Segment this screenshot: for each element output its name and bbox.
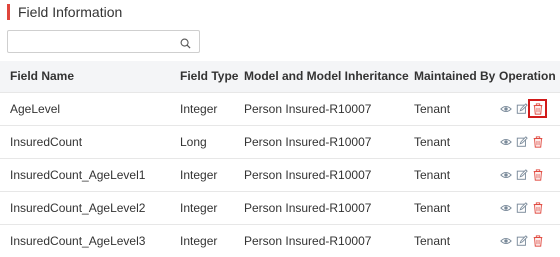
header-field-name: Field Name	[10, 69, 75, 84]
operation-group	[499, 234, 560, 247]
edit-icon[interactable]	[515, 135, 528, 148]
trash-icon[interactable]	[531, 234, 544, 247]
cell-maintained-by: Tenant	[414, 200, 451, 215]
title-accent-bar	[7, 4, 10, 20]
cell-field-type: Integer	[180, 200, 218, 215]
header-operation: Operation	[499, 69, 556, 84]
eye-icon[interactable]	[499, 168, 512, 181]
trash-icon[interactable]	[531, 201, 544, 214]
edit-icon[interactable]	[515, 201, 528, 214]
cell-model: Person Insured-R10007	[244, 101, 372, 116]
eye-icon[interactable]	[499, 234, 512, 247]
field-table: Field Name Field Type Model and Model In…	[0, 61, 560, 257]
cell-field-type: Long	[180, 134, 207, 149]
cell-model: Person Insured-R10007	[244, 167, 372, 182]
section-header: Field Information	[7, 4, 122, 20]
table-row: InsuredCount Long Person Insured-R10007 Ten…	[0, 125, 560, 158]
table-row: AgeLevel Integer Person Insured-R10007 Tena…	[0, 92, 560, 125]
cell-operation	[489, 92, 560, 125]
section-title: Field Information	[18, 4, 123, 20]
cell-maintained-by: Tenant	[414, 233, 451, 248]
cell-field-name: InsuredCount_AgeLevel2	[10, 200, 146, 215]
operation-group	[499, 99, 560, 118]
cell-field-name: AgeLevel	[10, 101, 61, 116]
operation-group	[499, 135, 560, 148]
cell-field-type: Integer	[180, 233, 218, 248]
trash-icon[interactable]	[528, 99, 547, 118]
edit-icon[interactable]	[515, 234, 528, 247]
operation-group	[499, 201, 560, 214]
cell-maintained-by: Tenant	[414, 134, 451, 149]
table-header-row: Field Name Field Type Model and Model In…	[0, 61, 560, 92]
cell-model: Person Insured-R10007	[244, 200, 372, 215]
cell-field-name: InsuredCount_AgeLevel1	[10, 167, 146, 182]
cell-operation	[489, 125, 560, 158]
cell-model: Person Insured-R10007	[244, 233, 372, 248]
table-row: InsuredCount_AgeLevel1 Integer Person Insu…	[0, 158, 560, 191]
eye-icon[interactable]	[499, 135, 512, 148]
cell-field-name: InsuredCount_AgeLevel3	[10, 233, 146, 248]
search-icon[interactable]	[180, 36, 191, 49]
cell-operation	[489, 158, 560, 191]
trash-icon[interactable]	[531, 168, 544, 181]
cell-field-type: Integer	[180, 167, 218, 182]
search-input[interactable]	[12, 31, 181, 53]
header-field-type: Field Type	[180, 69, 239, 84]
trash-icon[interactable]	[531, 135, 544, 148]
edit-icon[interactable]	[515, 168, 528, 181]
eye-icon[interactable]	[499, 201, 512, 214]
cell-field-name: InsuredCount	[10, 134, 83, 149]
header-maintained-by: Maintained By	[414, 69, 496, 84]
cell-maintained-by: Tenant	[414, 167, 451, 182]
cell-operation	[489, 191, 560, 224]
edit-icon[interactable]	[515, 102, 528, 115]
cell-model: Person Insured-R10007	[244, 134, 372, 149]
header-model: Model and Model Inheritance	[244, 69, 409, 84]
table-row: InsuredCount_AgeLevel2 Integer Person Insu…	[0, 191, 560, 224]
cell-maintained-by: Tenant	[414, 101, 451, 116]
cell-operation	[489, 224, 560, 257]
eye-icon[interactable]	[499, 102, 512, 115]
table-row: InsuredCount_AgeLevel3 Integer Person Insu…	[0, 224, 560, 257]
cell-field-type: Integer	[180, 101, 218, 116]
operation-group	[499, 168, 560, 181]
search-box[interactable]	[7, 30, 200, 53]
